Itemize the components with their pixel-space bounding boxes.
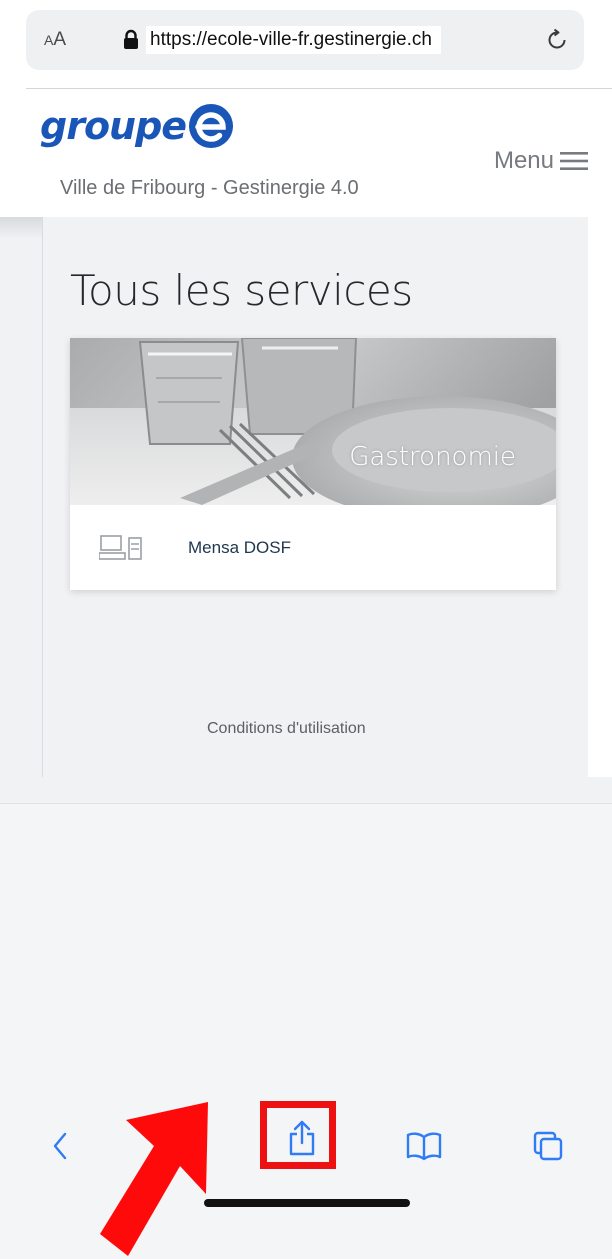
site-header: groupe Menu Ville de Fribourg - Gestiner… — [0, 89, 612, 217]
card-image — [70, 338, 556, 505]
terms-link[interactable]: Conditions d'utilisation — [207, 720, 366, 738]
text-size-small-label: A — [44, 32, 54, 48]
reload-icon[interactable] — [544, 27, 570, 53]
hamburger-icon — [560, 152, 588, 170]
kiosk-terminal-icon — [99, 534, 142, 560]
toolbar-divider — [0, 803, 612, 804]
menu-label: Menu — [493, 147, 554, 174]
service-card[interactable]: Gastronomie Mensa DOSF — [70, 338, 556, 590]
url-text: https://ecole-ville-fr.gestinergie.ch — [146, 26, 441, 54]
logo-e-icon — [189, 104, 234, 148]
address-bar[interactable]: AA https://ecole-ville-fr.gestinergie.ch — [26, 10, 584, 70]
menu-button[interactable]: Menu — [494, 147, 588, 175]
service-link-mensa[interactable]: Mensa DOSF — [188, 538, 291, 558]
text-size-button[interactable]: AA — [44, 28, 66, 52]
logo-text: groupe — [40, 104, 187, 148]
tabs-button[interactable] — [528, 1128, 568, 1164]
share-highlight-box — [260, 1101, 336, 1169]
browser-toolbar — [0, 803, 612, 1259]
back-button[interactable] — [40, 1128, 80, 1164]
content-right-edge — [588, 217, 612, 777]
lock-icon — [124, 29, 138, 49]
content-left-border — [42, 217, 43, 777]
bookmarks-button[interactable] — [400, 1128, 448, 1164]
site-subtitle: Ville de Fribourg - Gestinergie 4.0 — [60, 177, 359, 199]
text-size-large-label: A — [53, 29, 67, 50]
card-category-label: Gastronomie — [349, 442, 516, 472]
content-top-shade — [0, 217, 42, 239]
tabs-icon — [533, 1131, 563, 1161]
back-icon — [53, 1132, 67, 1160]
url-field[interactable]: https://ecole-ville-fr.gestinergie.ch — [122, 25, 441, 55]
service-row[interactable]: Mensa DOSF — [70, 505, 556, 590]
home-indicator[interactable] — [204, 1199, 410, 1207]
brand-logo[interactable]: groupe — [40, 103, 234, 149]
page-title: Tous les services — [70, 266, 413, 316]
bookmarks-icon — [406, 1132, 442, 1161]
red-pointer-arrow-icon — [100, 1102, 208, 1256]
